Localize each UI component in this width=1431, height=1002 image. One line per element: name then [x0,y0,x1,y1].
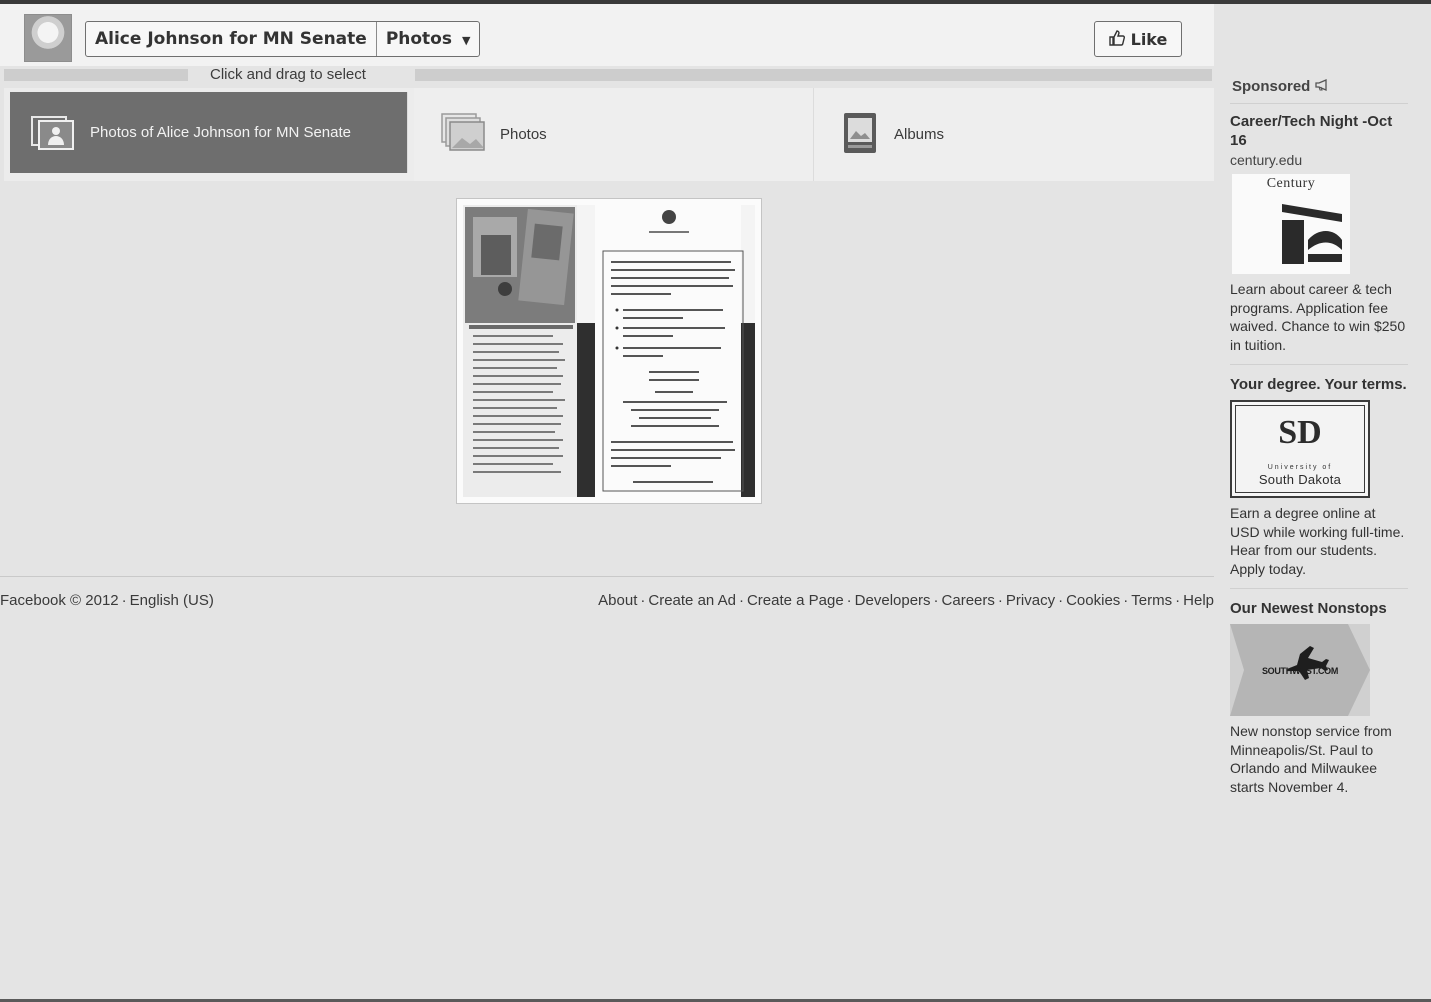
photo-tabs: Photos of Alice Johnson for MN Senate Ph… [4,88,1214,181]
ad-body: Learn about career & tech programs. Appl… [1230,281,1406,353]
like-label: Like [1130,29,1168,49]
tab-label: Photos of Alice Johnson for MN Senate [90,124,351,141]
footer-link-about[interactable]: About [598,592,637,609]
footer-link-cookies[interactable]: Cookies [1066,592,1120,609]
page-header: Alice Johnson for MN Senate Photos ▼ Like [0,4,1214,66]
page-name-button[interactable]: Alice Johnson for MN Senate [86,22,376,56]
footer-link-careers[interactable]: Careers [942,592,995,609]
century-logo-word: Century [1266,176,1316,191]
ad-title[interactable]: Career/Tech Night -Oct 16 [1230,112,1408,150]
ad-title[interactable]: Your degree. Your terms. [1230,375,1408,394]
sponsored-heading: Sponsored [1230,76,1408,104]
select-strip: Click and drag to select [0,66,1214,86]
footer-link-create-ad[interactable]: Create an Ad [648,592,736,609]
tab-label: Photos [499,126,547,143]
footer-copyright: Facebook © 2012 [0,592,119,609]
southwest-ad-image[interactable]: SOUTHWEST.COM [1230,624,1370,716]
ad-title[interactable]: Our Newest Nonstops [1230,599,1408,618]
photos-stack-icon [440,112,486,158]
footer-link-terms[interactable]: Terms [1131,592,1172,609]
section-dropdown-button[interactable]: Photos ▼ [375,22,480,56]
thumbs-up-icon [1108,29,1125,49]
ad-southwest[interactable]: Our Newest Nonstops SOUTHWEST.COM New no… [1230,599,1408,806]
tab-albums[interactable]: Albums [814,88,1214,181]
tab-photos-of-page[interactable]: Photos of Alice Johnson for MN Senate [10,92,408,173]
footer-link-help[interactable]: Help [1183,592,1214,609]
invitation-flyer-image [463,205,755,497]
sponsored-label: Sponsored [1232,78,1311,95]
usd-monogram: SD [1278,414,1322,451]
century-logo-mark [1282,204,1342,264]
usd-name: South Dakota [1258,472,1342,487]
tab-photos[interactable]: Photos [413,88,814,181]
photo-of-person-icon [30,111,76,155]
ad-usd[interactable]: Your degree. Your terms. SD University o… [1230,375,1408,589]
chevron-down-icon: ▼ [461,34,471,47]
footer-link-developers[interactable]: Developers [855,592,931,609]
century-college-logo[interactable]: Century [1232,174,1350,274]
footer-divider [0,576,1214,577]
page-title-group: Alice Johnson for MN Senate Photos ▼ [85,21,481,57]
footer-left: Facebook © 2012 · English (US) [0,592,214,609]
megaphone-icon [1314,78,1331,95]
tab-label: Albums [894,126,945,143]
section-label: Photos [385,29,452,49]
page-name-label: Alice Johnson for MN Senate [95,29,367,49]
album-icon [840,111,880,159]
ad-domain[interactable]: century.edu [1230,152,1408,168]
sponsored-rail: Sponsored Career/Tech Night -Oct 16 cent… [1230,76,1408,816]
ad-body: Earn a degree online at USD while workin… [1230,505,1405,577]
footer-links: About · Create an Ad · Create a Page · Develop… [598,592,1214,609]
select-bar-left [4,69,188,81]
ad-body: New nonstop service from Minneapolis/St.… [1230,723,1392,795]
usd-logo[interactable]: SD University of South Dakota [1230,400,1370,498]
photo-thumbnail[interactable] [456,198,762,504]
ad-century[interactable]: Career/Tech Night -Oct 16 century.edu Ce… [1230,112,1408,365]
select-bar-right [415,69,1212,81]
profile-avatar[interactable] [24,14,72,62]
like-button[interactable]: Like [1094,21,1182,57]
southwest-logo-text: SOUTHWEST.COM [1261,666,1339,676]
language-link[interactable]: English (US) [130,592,214,609]
footer-link-create-page[interactable]: Create a Page [747,592,844,609]
footer-link-privacy[interactable]: Privacy [1006,592,1055,609]
select-hint: Click and drag to select [210,66,366,83]
usd-subtext: University of [1267,464,1333,471]
